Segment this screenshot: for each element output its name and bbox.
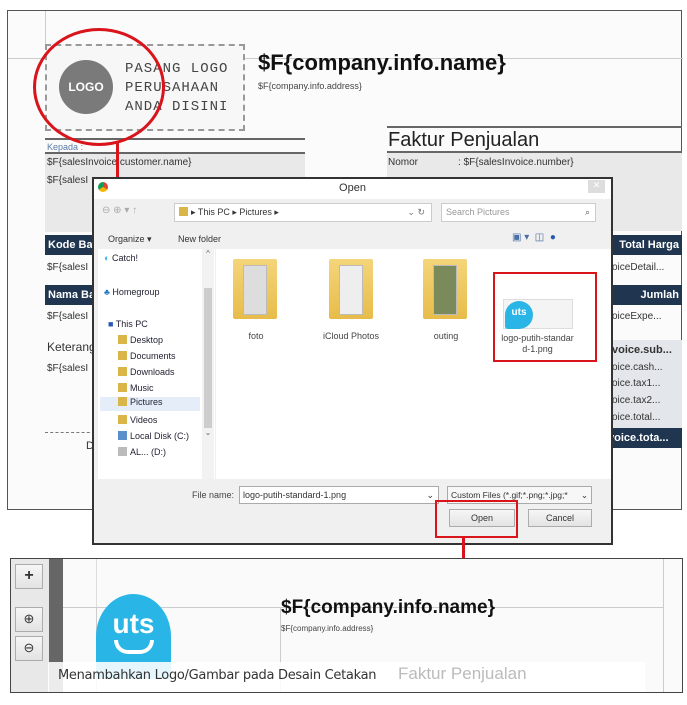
zoom-in-button[interactable]: ⊕ <box>15 607 43 632</box>
nav-scrollbar[interactable]: ^ ⌄ <box>202 249 214 479</box>
nav-item[interactable]: AL... (D:) <box>130 447 166 457</box>
zoom-out-button[interactable]: ⊖ <box>15 636 43 661</box>
company-address: $F{company.info.address} <box>258 81 362 91</box>
highlight-file-box <box>493 272 597 362</box>
total-cell: oice.tax1... <box>612 378 661 389</box>
highlight-open-box <box>435 500 518 538</box>
invoice-title: Faktur Penjualan <box>398 664 527 683</box>
customer-name: $F{salesInvoice.customer.name} <box>47 157 192 168</box>
keterangan-label: Keterang <box>47 340 96 354</box>
zoom-in-icon: ⊕ <box>23 611 35 626</box>
grand-total-cell: voice.tota... <box>605 428 682 448</box>
nomor-label: Nomor <box>388 157 419 168</box>
row-cell: $F{salesI <box>47 363 89 374</box>
view-options-icon[interactable]: ▣ ▾ ◫ ● <box>512 232 556 243</box>
file-name-label: File name: <box>192 490 235 500</box>
row-cell: $F{salesI <box>47 311 89 322</box>
row-cell: oiceExpe... <box>612 311 662 322</box>
company-name: $F{company.info.name} <box>258 50 506 75</box>
back-icon[interactable]: ⊖ ⊕ ▾ ↑ <box>102 205 137 216</box>
kepada-label: Kepada : <box>47 142 84 152</box>
caption: Menambahkan Logo/Gambar pada Desain Ceta… <box>58 668 377 683</box>
nav-item[interactable]: Videos <box>130 415 157 425</box>
zoom-out-icon: ⊖ <box>23 640 35 655</box>
arrow-line <box>116 142 119 178</box>
row-cell: $F{salesI <box>47 262 89 273</box>
nav-item[interactable]: Homegroup <box>112 287 159 297</box>
help-icon: ● <box>549 232 556 243</box>
nomor-value: : $F{salesInvoice.number} <box>458 157 574 168</box>
nav-item[interactable]: Downloads <box>130 367 175 377</box>
row-cell: oiceDetail... <box>612 262 665 273</box>
dialog-title: Open <box>339 182 366 194</box>
company-name: $F{company.info.name} <box>281 597 495 618</box>
add-element-button[interactable]: + <box>15 564 43 589</box>
invoice-title: Faktur Penjualan <box>388 129 540 151</box>
total-cell: oice.total... <box>612 412 661 423</box>
customer-line: $F{salesI <box>47 175 89 186</box>
nav-item[interactable]: Local Disk (C:) <box>130 431 189 441</box>
nav-item[interactable]: Documents <box>130 351 176 361</box>
nav-item[interactable]: Catch! <box>112 253 138 263</box>
nav-item-selected[interactable]: Pictures <box>130 397 163 407</box>
total-cell: voice.sub... <box>612 344 672 356</box>
nav-item[interactable]: Music <box>130 383 154 393</box>
breadcrumb-item: This PC <box>197 207 230 217</box>
total-cell: oice.tax2... <box>612 395 661 406</box>
nav-item[interactable]: Desktop <box>130 335 163 345</box>
highlight-circle <box>33 28 165 146</box>
close-button[interactable]: ✕ <box>588 180 605 193</box>
search-icon: ⌕ <box>584 207 590 217</box>
address-bar[interactable]: ▸ This PC ▸ Pictures ▸ ⌄ ↻ <box>174 203 432 222</box>
company-address: $F{company.info.address} <box>281 624 374 633</box>
cancel-button[interactable]: Cancel <box>528 509 592 527</box>
nav-item[interactable]: This PC <box>116 319 148 329</box>
organize-button[interactable]: Organize ▾ <box>108 234 152 245</box>
new-folder-button[interactable]: New folder <box>178 234 221 244</box>
breadcrumb-item: Pictures <box>239 207 272 217</box>
file-name-input[interactable]: logo-putih-standard-1.png ⌄ <box>239 486 439 504</box>
total-cell: oice.cash... <box>612 362 663 373</box>
search-input[interactable]: Search Pictures ⌕ <box>441 203 596 222</box>
